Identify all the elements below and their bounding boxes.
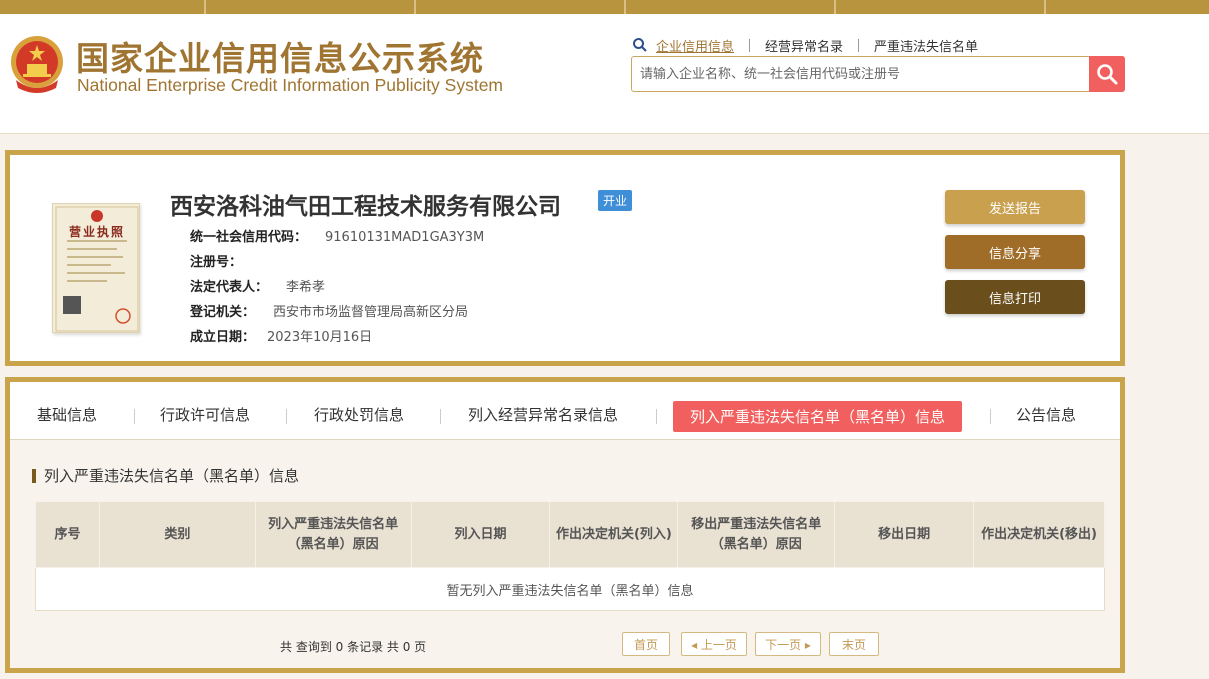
blacklist-table: 序号 类别 列入严重违法失信名单（黑名单）原因 列入日期 作出决定机关(列入) … <box>35 501 1105 611</box>
send-report-button[interactable]: 发送报告 <box>945 190 1085 224</box>
table-row: 暂无列入严重违法失信名单（黑名单）信息 <box>35 567 1105 611</box>
tab-announcements[interactable]: 公告信息 <box>1016 404 1076 425</box>
company-name: 西安洛科油气田工程技术服务有限公司 <box>170 194 561 220</box>
prev-page-button[interactable]: ◂ 上一页 <box>681 632 747 656</box>
nav-enterprise-credit[interactable]: 企业信用信息 <box>656 36 734 55</box>
last-page-button[interactable]: 末页 <box>829 632 879 656</box>
tab-divider <box>134 409 135 424</box>
nav-abnormal-list[interactable]: 经营异常名录 <box>765 36 843 55</box>
col-listed-date: 列入日期 <box>410 501 551 568</box>
tab-divider <box>990 409 991 424</box>
field-label: 统一社会信用代码： <box>190 230 308 245</box>
national-emblem-icon <box>11 36 63 93</box>
pager-summary: 共 查询到 0 条记录 共 0 页 <box>280 640 427 654</box>
field-established-date: 成立日期： 2023年10月16日 <box>190 326 372 345</box>
tab-divider <box>656 409 657 424</box>
share-info-button[interactable]: 信息分享 <box>945 235 1085 269</box>
field-value: 91610131MAD1GA3Y3M <box>325 230 485 245</box>
field-reg-no: 注册号： <box>190 251 260 270</box>
field-label: 登记机关： <box>190 305 256 320</box>
nav-divider <box>858 38 860 52</box>
field-value: 李希孝 <box>286 280 326 295</box>
top-strip <box>0 0 1209 14</box>
tab-blacklist[interactable]: 列入严重违法失信名单（黑名单）信息 <box>673 401 963 432</box>
strip-divider <box>204 0 206 14</box>
site-title: 国家企业信用信息公示系统 <box>76 39 484 78</box>
search-icon <box>633 38 647 52</box>
tab-basic-info[interactable]: 基础信息 <box>37 404 97 425</box>
business-license-image[interactable]: 营业执照 <box>52 203 140 333</box>
field-registration-authority: 登记机关： 西安市市场监督管理局高新区分局 <box>190 301 468 320</box>
strip-divider <box>834 0 836 14</box>
search-box <box>631 56 1125 92</box>
section-title: 列入严重违法失信名单（黑名单）信息 <box>32 469 299 484</box>
site-header: 国家企业信用信息公示系统 National Enterprise Credit … <box>0 14 1209 134</box>
company-card: 营业执照 西安洛科油气田工程技术服务有限公司 开业 统一社会信用代码： 91610… <box>5 150 1125 366</box>
field-value: 2023年10月16日 <box>267 330 373 345</box>
search-input[interactable] <box>632 57 1088 91</box>
col-decision-authority-listed: 作出决定机关(列入) <box>549 501 679 568</box>
nav-divider <box>749 38 751 52</box>
col-removed-reason: 移出严重违法失信名单（黑名单）原因 <box>677 501 836 568</box>
tab-admin-license[interactable]: 行政许可信息 <box>160 404 250 425</box>
col-listed-reason: 列入严重违法失信名单（黑名单）原因 <box>254 501 412 568</box>
info-panel: 基础信息 行政许可信息 行政处罚信息 列入经营异常名录信息 列入严重违法失信名单… <box>5 377 1125 673</box>
field-value: 西安市市场监督管理局高新区分局 <box>273 305 469 320</box>
strip-divider <box>1044 0 1046 14</box>
site-title-english: National Enterprise Credit Information P… <box>77 75 504 95</box>
first-page-button[interactable]: 首页 <box>622 632 670 656</box>
table-header-row: 序号 类别 列入严重违法失信名单（黑名单）原因 列入日期 作出决定机关(列入) … <box>35 501 1105 568</box>
field-label: 注册号： <box>190 255 243 270</box>
col-category: 类别 <box>98 501 256 568</box>
top-nav: 企业信用信息 经营异常名录 严重违法失信名单 <box>632 36 978 55</box>
field-legal-rep: 法定代表人： 李希孝 <box>190 276 325 295</box>
tab-abnormal-list[interactable]: 列入经营异常名录信息 <box>468 404 618 425</box>
tab-divider <box>440 409 441 424</box>
tab-admin-penalty[interactable]: 行政处罚信息 <box>314 404 404 425</box>
status-badge: 开业 <box>598 190 633 211</box>
search-button[interactable] <box>1089 56 1125 92</box>
field-label: 成立日期： <box>190 330 256 345</box>
nav-blacklist[interactable]: 严重违法失信名单 <box>874 36 978 55</box>
strip-divider <box>624 0 626 14</box>
field-credit-code: 统一社会信用代码： 91610131MAD1GA3Y3M <box>190 226 484 245</box>
strip-divider <box>414 0 416 14</box>
tab-bar: 基础信息 行政许可信息 行政处罚信息 列入经营异常名录信息 列入严重违法失信名单… <box>10 382 1120 440</box>
search-icon <box>1097 64 1118 85</box>
next-page-button[interactable]: 下一页 ▸ <box>755 632 821 656</box>
empty-message: 暂无列入严重违法失信名单（黑名单）信息 <box>35 567 1105 611</box>
col-removed-date: 移出日期 <box>834 501 975 568</box>
col-index: 序号 <box>35 501 100 568</box>
field-label: 法定代表人： <box>190 280 269 295</box>
print-info-button[interactable]: 信息打印 <box>945 280 1085 314</box>
license-title: 营业执照 <box>68 225 125 239</box>
col-decision-authority-removed: 作出决定机关(移出) <box>973 501 1105 568</box>
tab-divider <box>286 409 287 424</box>
